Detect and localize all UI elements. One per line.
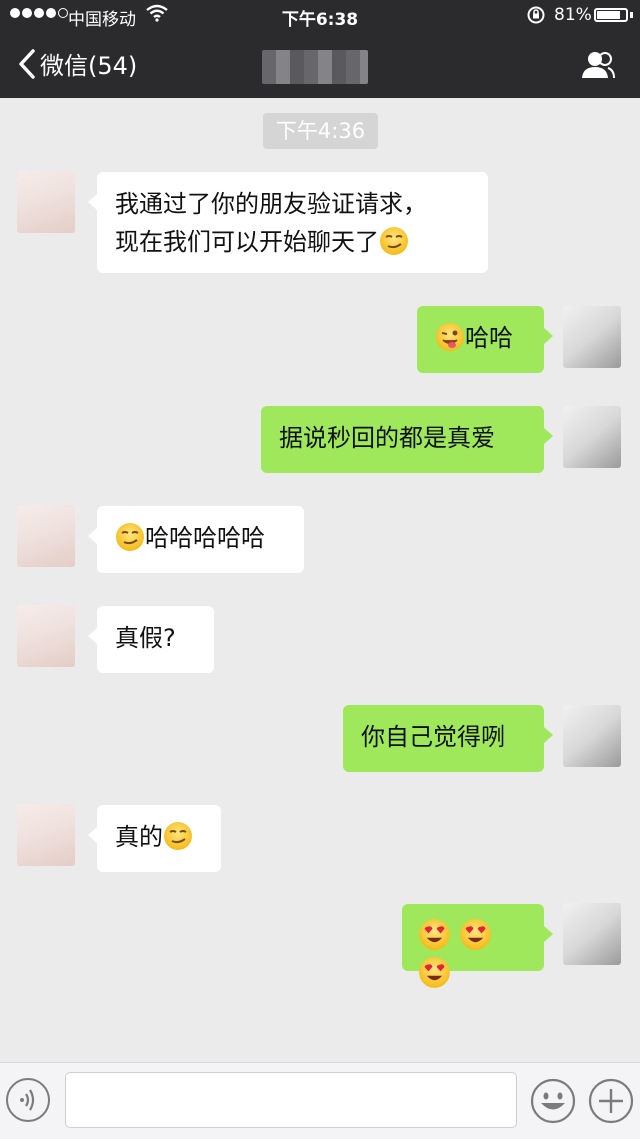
heart-eyes-face-icon [419,957,450,988]
message-line: 我通过了你的朋友验证请求， [115,190,427,218]
received-message[interactable]: 哈哈哈哈哈 [88,506,304,573]
contact-info-icon[interactable] [580,50,616,80]
message-text: 据说秒回的都是真爱 [279,424,495,452]
smug-face-icon [116,523,144,551]
smug-face-icon [380,227,408,255]
received-message[interactable]: 真假? [88,606,214,673]
sent-message[interactable]: 你自己觉得咧 [343,705,553,772]
sent-message[interactable] [402,904,553,988]
plus-icon[interactable] [588,1078,634,1124]
battery-percentage: 81% [554,5,592,25]
received-message[interactable]: 我通过了你的朋友验证请求， 现在我们可以开始聊天了 [88,172,488,273]
battery-level [597,11,620,19]
message-text: 你自己觉得咧 [361,723,505,751]
rotation-lock-icon [527,6,545,24]
input-bar [0,1062,640,1139]
contact-avatar[interactable] [17,605,75,667]
winking-tongue-face-icon [436,323,464,351]
chevron-left-icon [19,48,35,79]
user-avatar[interactable] [563,406,621,468]
message-text: 真的 [115,823,163,851]
user-avatar[interactable] [563,306,621,368]
heart-eyes-face-icon [419,919,450,950]
timestamp: 下午4:36 [263,113,378,149]
emoji-icon[interactable] [530,1078,576,1124]
message-text: 哈哈 [465,324,513,352]
user-avatar[interactable] [563,705,621,767]
contact-avatar[interactable] [17,505,75,567]
message-text: 真假? [115,624,176,652]
user-avatar[interactable] [563,903,621,965]
battery-tip [630,12,633,18]
status-bar: 中国移动 下午6:38 81% [0,0,640,30]
heart-eyes-face-icon [459,919,491,950]
message-input[interactable] [65,1072,517,1128]
voice-input-button[interactable] [6,1078,50,1122]
sent-message[interactable]: 哈哈 [417,306,553,373]
battery-icon [594,8,628,22]
back-label: 微信(54) [40,52,138,80]
received-message[interactable]: 真的 [88,805,221,872]
back-button[interactable]: 微信(54) [18,46,137,81]
contact-avatar[interactable] [17,804,75,866]
top-bar: 中国移动 下午6:38 81% 微信(54) [0,0,640,98]
message-line: 现在我们可以开始聊天了 [115,228,379,256]
voice-icon [20,1089,35,1111]
sent-message[interactable]: 据说秒回的都是真爱 [261,406,553,473]
chat-title-blurred [262,50,368,84]
message-text: 哈哈哈哈哈 [145,524,265,552]
contact-avatar[interactable] [17,171,75,233]
smug-face-icon [164,822,192,850]
